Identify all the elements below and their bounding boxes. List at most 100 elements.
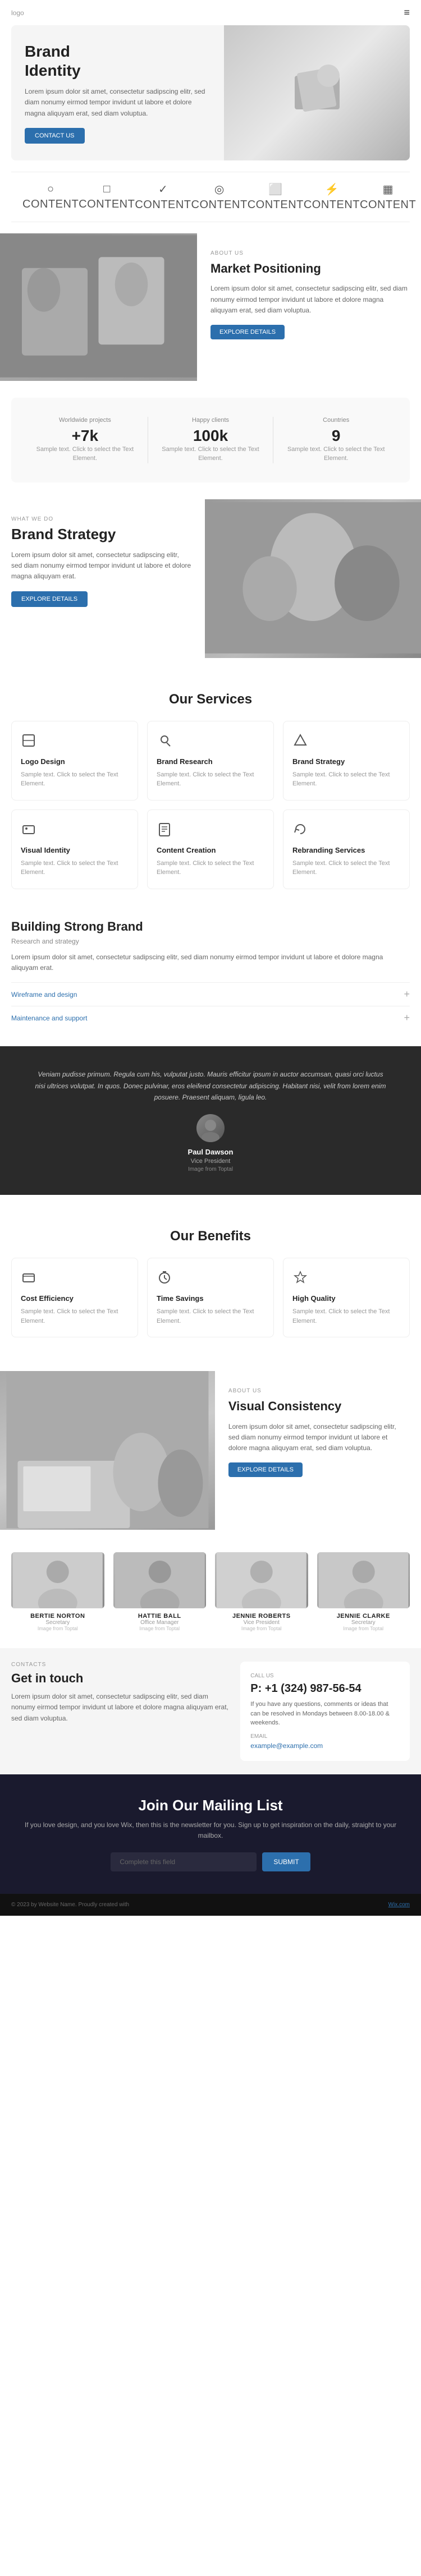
team-photo-inner-0 <box>11 1552 104 1608</box>
avatar-svg <box>196 1114 225 1142</box>
icon-item-5: ⚡ CONTENT <box>304 182 360 211</box>
accordion-item-1[interactable]: Maintenance and support + <box>11 1006 410 1029</box>
rebranding-services-svg <box>292 821 308 837</box>
visual-image-inner <box>0 1371 215 1530</box>
visual-identity-svg <box>21 821 36 837</box>
brand-image <box>205 499 421 658</box>
benefit-card-2: High Quality Sample text. Click to selec… <box>283 1258 410 1337</box>
brand-svg <box>205 499 421 656</box>
brand-strategy-section: WHAT WE DO Brand Strategy Lorem ipsum do… <box>0 499 421 658</box>
about-image <box>0 233 197 381</box>
service-desc-2: Sample text. Click to select the Text El… <box>292 770 400 789</box>
icon-item-3: ◎ CONTENT <box>191 182 248 211</box>
about-description: Lorem ipsum dolor sit amet, consectetur … <box>210 283 408 316</box>
visual-label: ABOUT US <box>228 1388 408 1394</box>
stat-desc-0: Sample text. Click to select the Text El… <box>28 445 142 463</box>
team-svg-1 <box>113 1552 207 1608</box>
icon-label-2: CONTENT <box>135 199 191 211</box>
team-source-2: Image from Toptal <box>215 1626 308 1631</box>
footer-link[interactable]: Wix.com <box>388 1902 410 1908</box>
accordion-subtitle: Research and strategy <box>11 937 410 945</box>
brand-title: Brand Strategy <box>11 526 191 543</box>
team-photo-0 <box>11 1552 104 1608</box>
benefit-card-1: Time Savings Sample text. Click to selec… <box>147 1258 274 1337</box>
team-source-1: Image from Toptal <box>113 1626 207 1631</box>
team-role-3: Secretary <box>317 1620 410 1626</box>
hero-image <box>224 25 410 160</box>
testimonial-role: Vice President <box>34 1158 387 1165</box>
testimonial-source: Image from Toptal <box>34 1166 387 1172</box>
benefits-cards: Cost Efficiency Sample text. Click to se… <box>11 1258 410 1337</box>
icon-2: ✓ <box>158 182 168 196</box>
services-grid: Logo Design Sample text. Click to select… <box>11 721 410 889</box>
benefits-section: Our Benefits Cost Efficiency Sample text… <box>0 1212 421 1371</box>
service-desc-3: Sample text. Click to select the Text El… <box>21 859 129 877</box>
about-svg <box>0 233 197 379</box>
service-name-0: Logo Design <box>21 757 129 766</box>
hero-section: BrandIdentity Lorem ipsum dolor sit amet… <box>11 25 410 160</box>
icon-label-6: CONTENT <box>360 199 416 211</box>
service-name-4: Content Creation <box>157 846 264 854</box>
benefit-name-2: High Quality <box>292 1294 400 1303</box>
menu-icon[interactable]: ≡ <box>404 7 410 19</box>
stat-item-1: Happy clients 100k Sample text. Click to… <box>148 411 273 469</box>
mailing-title: Join Our Mailing List <box>11 1797 410 1814</box>
team-card-2: JENNIE ROBERTS Vice President Image from… <box>215 1552 308 1631</box>
contact-label: CONTACTS <box>11 1662 231 1668</box>
call-label: CALL US <box>250 1673 400 1679</box>
brand-research-svg <box>157 733 172 748</box>
stat-title-2: Countries <box>279 417 393 424</box>
icon-label-3: CONTENT <box>191 199 248 211</box>
icon-label-0: CONTENT <box>22 198 79 211</box>
visual-title: Visual Consistency <box>228 1399 408 1415</box>
testimonial-avatar <box>196 1114 225 1142</box>
logo-design-icon <box>21 733 129 752</box>
service-desc-4: Sample text. Click to select the Text El… <box>157 859 264 877</box>
hero-cta-button[interactable]: CONTACT US <box>25 128 85 144</box>
team-card-3: JENNIE CLARKE Secretary Image from Topta… <box>317 1552 410 1631</box>
content-creation-svg <box>157 821 172 837</box>
service-name-5: Rebranding Services <box>292 846 400 854</box>
service-desc-0: Sample text. Click to select the Text El… <box>21 770 129 789</box>
call-number: P: +1 (324) 987-56-54 <box>250 1682 400 1695</box>
service-name-1: Brand Research <box>157 757 264 766</box>
mailing-section: Join Our Mailing List If you love design… <box>0 1774 421 1894</box>
accordion-description: Lorem ipsum dolor sit amet, consectetur … <box>11 952 410 973</box>
icon-4: ⬜ <box>268 182 282 196</box>
brand-image-inner <box>205 499 421 658</box>
cost-efficiency-svg <box>21 1269 36 1285</box>
brand-cta-button[interactable]: EXPLORE DETAILS <box>11 591 88 607</box>
visual-section: ABOUT US Visual Consistency Lorem ipsum … <box>0 1371 421 1530</box>
service-card-5: Rebranding Services Sample text. Click t… <box>283 809 410 889</box>
services-section: Our Services Logo Design Sample text. Cl… <box>0 675 421 906</box>
team-role-1: Office Manager <box>113 1620 207 1626</box>
brand-strategy-icon <box>292 733 400 752</box>
stat-item-2: Countries 9 Sample text. Click to select… <box>273 411 399 469</box>
stat-item-0: Worldwide projects +7k Sample text. Clic… <box>22 411 148 469</box>
hero-content: BrandIdentity Lorem ipsum dolor sit amet… <box>11 25 224 160</box>
testimonial-section: Veniam pudisse primum. Regula cum his, v… <box>0 1046 421 1195</box>
service-card-1: Brand Research Sample text. Click to sel… <box>147 721 274 801</box>
icon-label-4: CONTENT <box>248 199 304 211</box>
about-cta-button[interactable]: EXPLORE DETAILS <box>210 325 285 339</box>
mailing-email-input[interactable] <box>111 1852 257 1871</box>
contact-description: Lorem ipsum dolor sit amet, consectetur … <box>11 1691 231 1724</box>
team-name-2: JENNIE ROBERTS <box>215 1613 308 1620</box>
about-section: ABOUT US Market Positioning Lorem ipsum … <box>0 233 421 381</box>
icon-label-1: CONTENT <box>79 198 135 211</box>
team-name-0: BERTIE NORTON <box>11 1613 104 1620</box>
team-photo-inner-1 <box>113 1552 207 1608</box>
team-photo-inner-2 <box>215 1552 308 1608</box>
icon-5: ⚡ <box>324 182 338 196</box>
accordion-plus-icon-0[interactable]: + <box>404 988 410 1000</box>
accordion-item-label-0: Wireframe and design <box>11 991 77 999</box>
stat-value-2: 9 <box>279 427 393 445</box>
benefit-desc-0: Sample text. Click to select the Text El… <box>21 1307 129 1326</box>
visual-cta-button[interactable]: EXPLORE DETAILS <box>228 1462 303 1477</box>
service-name-3: Visual Identity <box>21 846 129 854</box>
mailing-submit-button[interactable]: SUBMIT <box>262 1852 310 1871</box>
accordion-plus-icon-1[interactable]: + <box>404 1012 410 1024</box>
mailing-description: If you love design, and you love Wix, th… <box>11 1820 410 1841</box>
accordion-item-0[interactable]: Wireframe and design + <box>11 982 410 1006</box>
icons-row: ○ CONTENT □ CONTENT ✓ CONTENT ◎ CONTENT … <box>11 172 410 222</box>
